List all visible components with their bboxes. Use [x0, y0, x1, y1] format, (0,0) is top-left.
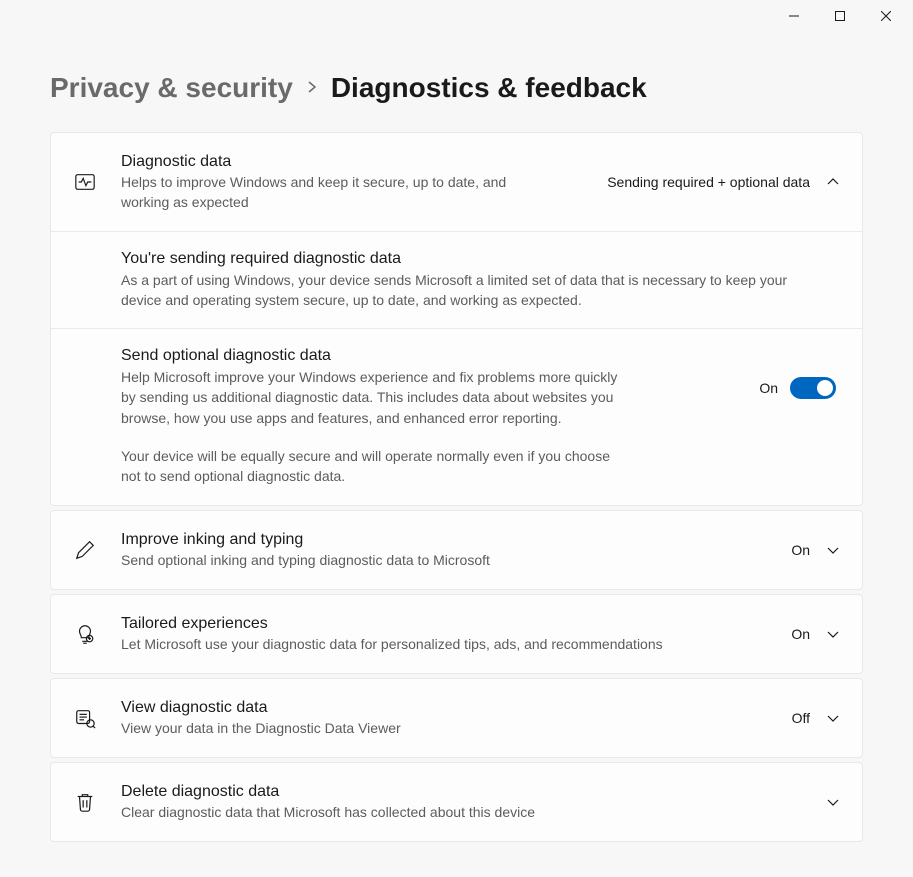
delete-data-subtitle: Clear diagnostic data that Microsoft has…: [121, 803, 711, 823]
delete-data-title: Delete diagnostic data: [121, 781, 826, 803]
maximize-button[interactable]: [817, 0, 863, 32]
maximize-icon: [835, 11, 845, 21]
optional-data-body: Help Microsoft improve your Windows expe…: [121, 367, 631, 428]
chevron-down-icon: [826, 543, 840, 557]
chevron-down-icon: [826, 795, 840, 809]
pen-icon: [73, 538, 97, 562]
view-diagnostic-header[interactable]: View diagnostic data View your data in t…: [51, 679, 862, 757]
trash-icon: [73, 790, 97, 814]
diagnostic-data-card: Diagnostic data Helps to improve Windows…: [50, 132, 863, 506]
view-data-subtitle: View your data in the Diagnostic Data Vi…: [121, 719, 711, 739]
inking-typing-header[interactable]: Improve inking and typing Send optional …: [51, 511, 862, 589]
tailored-experiences-header[interactable]: Tailored experiences Let Microsoft use y…: [51, 595, 862, 673]
lightbulb-icon: [73, 622, 97, 646]
tailored-subtitle: Let Microsoft use your diagnostic data f…: [121, 635, 711, 655]
diagnostic-data-title: Diagnostic data: [121, 151, 607, 173]
diagnostic-data-status: Sending required + optional data: [607, 174, 810, 190]
heartbeat-icon: [73, 170, 97, 194]
optional-data-secondary: Your device will be equally secure and w…: [121, 446, 611, 487]
chevron-down-icon: [826, 711, 840, 725]
page-title: Diagnostics & feedback: [331, 72, 647, 104]
toggle-knob: [817, 380, 833, 396]
window-titlebar: [0, 0, 913, 32]
required-data-section: You're sending required diagnostic data …: [51, 231, 862, 329]
close-icon: [881, 11, 891, 21]
chevron-down-icon: [826, 627, 840, 641]
minimize-button[interactable]: [771, 0, 817, 32]
chevron-right-icon: [307, 77, 317, 100]
tailored-status: On: [791, 626, 810, 642]
inking-title: Improve inking and typing: [121, 529, 791, 551]
tailored-title: Tailored experiences: [121, 613, 791, 635]
required-data-title: You're sending required diagnostic data: [121, 250, 840, 268]
delete-diagnostic-header[interactable]: Delete diagnostic data Clear diagnostic …: [51, 763, 862, 841]
diagnostic-data-subtitle: Helps to improve Windows and keep it sec…: [121, 173, 551, 212]
diagnostic-data-header[interactable]: Diagnostic data Helps to improve Windows…: [51, 133, 862, 231]
breadcrumb-parent[interactable]: Privacy & security: [50, 72, 293, 104]
content-area: Diagnostic data Helps to improve Windows…: [0, 132, 913, 842]
inking-typing-card: Improve inking and typing Send optional …: [50, 510, 863, 590]
view-diagnostic-card: View diagnostic data View your data in t…: [50, 678, 863, 758]
optional-data-toggle-label: On: [759, 380, 778, 396]
delete-diagnostic-card: Delete diagnostic data Clear diagnostic …: [50, 762, 863, 842]
inking-subtitle: Send optional inking and typing diagnost…: [121, 551, 711, 571]
optional-data-title: Send optional diagnostic data: [121, 347, 631, 365]
view-data-title: View diagnostic data: [121, 697, 792, 719]
inking-status: On: [791, 542, 810, 558]
breadcrumb: Privacy & security Diagnostics & feedbac…: [0, 32, 913, 132]
minimize-icon: [789, 11, 799, 21]
required-data-body: As a part of using Windows, your device …: [121, 270, 821, 311]
view-data-status: Off: [792, 710, 810, 726]
optional-data-section: Send optional diagnostic data Help Micro…: [51, 328, 862, 504]
data-view-icon: [73, 706, 97, 730]
close-button[interactable]: [863, 0, 909, 32]
chevron-up-icon: [826, 175, 840, 189]
optional-data-toggle[interactable]: [790, 377, 836, 399]
tailored-experiences-card: Tailored experiences Let Microsoft use y…: [50, 594, 863, 674]
